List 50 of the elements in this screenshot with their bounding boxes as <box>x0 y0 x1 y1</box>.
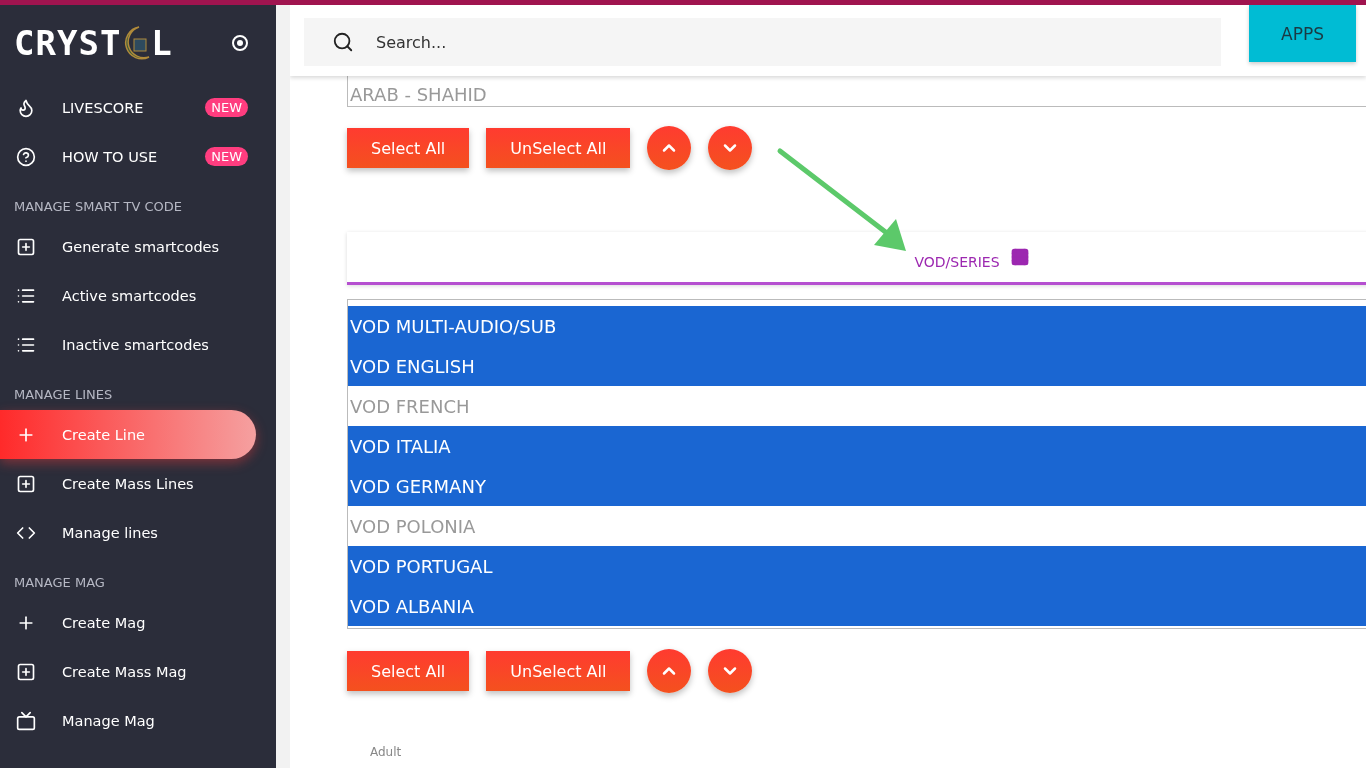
nav-item[interactable]: Create Mass Mag <box>0 647 276 696</box>
tv-icon <box>16 710 36 731</box>
plus-square-icon <box>16 473 36 494</box>
nav-item[interactable]: HOW TO USE NEW <box>0 132 276 181</box>
flame-icon <box>16 97 36 118</box>
move-up-button[interactable] <box>647 649 692 693</box>
vod-listbox[interactable]: VOD MULTI-AUDIO/SUB VOD ENGLISH VOD FRENCH VOD ITALIA VOD GERMANY VOD POLONIA VOD PORTUGAL VOD ALBANIA <box>347 299 1366 629</box>
channel-listbox[interactable]: ARAB - SHAHID <box>347 76 1366 107</box>
list-option[interactable]: VOD ENGLISH <box>348 346 1366 386</box>
logo-text: L <box>151 26 173 60</box>
search-input[interactable]: Search... <box>374 31 1221 53</box>
section-title: Adult <box>370 745 402 759</box>
nav-item[interactable]: Create Mass Lines <box>0 459 276 508</box>
section-heading: MANAGE SMART TV CODE <box>13 198 183 216</box>
move-up-button[interactable] <box>647 126 692 170</box>
nav-item[interactable]: Generate smartcodes <box>0 222 276 271</box>
list-option[interactable]: VOD ITALIA <box>348 426 1366 466</box>
section-heading: MANAGE MAG <box>13 574 106 592</box>
section-title: VOD/SERIES <box>914 254 1000 270</box>
sidebar-toggle[interactable] <box>232 35 248 51</box>
new-badge: NEW <box>205 98 248 117</box>
nav-item[interactable]: Manage Mag <box>0 696 276 745</box>
new-badge: NEW <box>205 147 248 166</box>
nav-item[interactable]: Create Mag <box>0 598 276 647</box>
unselect-all-button[interactable]: UnSelect All <box>486 128 631 168</box>
nav-item[interactable]: Create Line <box>0 410 256 459</box>
unselect-all-button[interactable]: UnSelect All <box>486 651 631 691</box>
list-option[interactable]: VOD ALBANIA <box>348 586 1366 626</box>
nav-item[interactable]: Inactive smartcodes <box>0 320 276 369</box>
apps-button[interactable]: APPS <box>1249 5 1356 62</box>
list-option[interactable]: VOD POLONIA <box>348 506 1366 546</box>
nav-item[interactable]: LIVESCORE NEW <box>0 83 276 132</box>
move-down-button[interactable] <box>708 126 753 170</box>
list-option[interactable]: VOD GERMANY <box>348 466 1366 506</box>
list-option[interactable]: VOD FRENCH <box>348 386 1366 426</box>
plus-square-icon <box>16 661 36 682</box>
search-icon <box>332 31 354 53</box>
section-heading: MANAGE LINES <box>13 386 114 404</box>
list-option[interactable]: VOD MULTI-AUDIO/SUB <box>348 306 1366 346</box>
help-icon <box>16 146 36 167</box>
nav-item[interactable]: Active smartcodes <box>0 271 276 320</box>
plus-square-icon <box>16 236 36 257</box>
select-all-button[interactable]: Select All <box>347 128 470 168</box>
logo-text: CRYST <box>14 26 122 60</box>
nav-item[interactable]: Manage lines <box>0 508 276 557</box>
search-field[interactable]: Search... <box>304 18 1221 66</box>
list-option[interactable]: ARAB - SHAHID <box>348 82 1366 106</box>
move-down-button[interactable] <box>708 649 753 693</box>
list-option[interactable]: VOD PORTUGAL <box>348 546 1366 586</box>
select-all-button[interactable]: Select All <box>347 651 470 691</box>
